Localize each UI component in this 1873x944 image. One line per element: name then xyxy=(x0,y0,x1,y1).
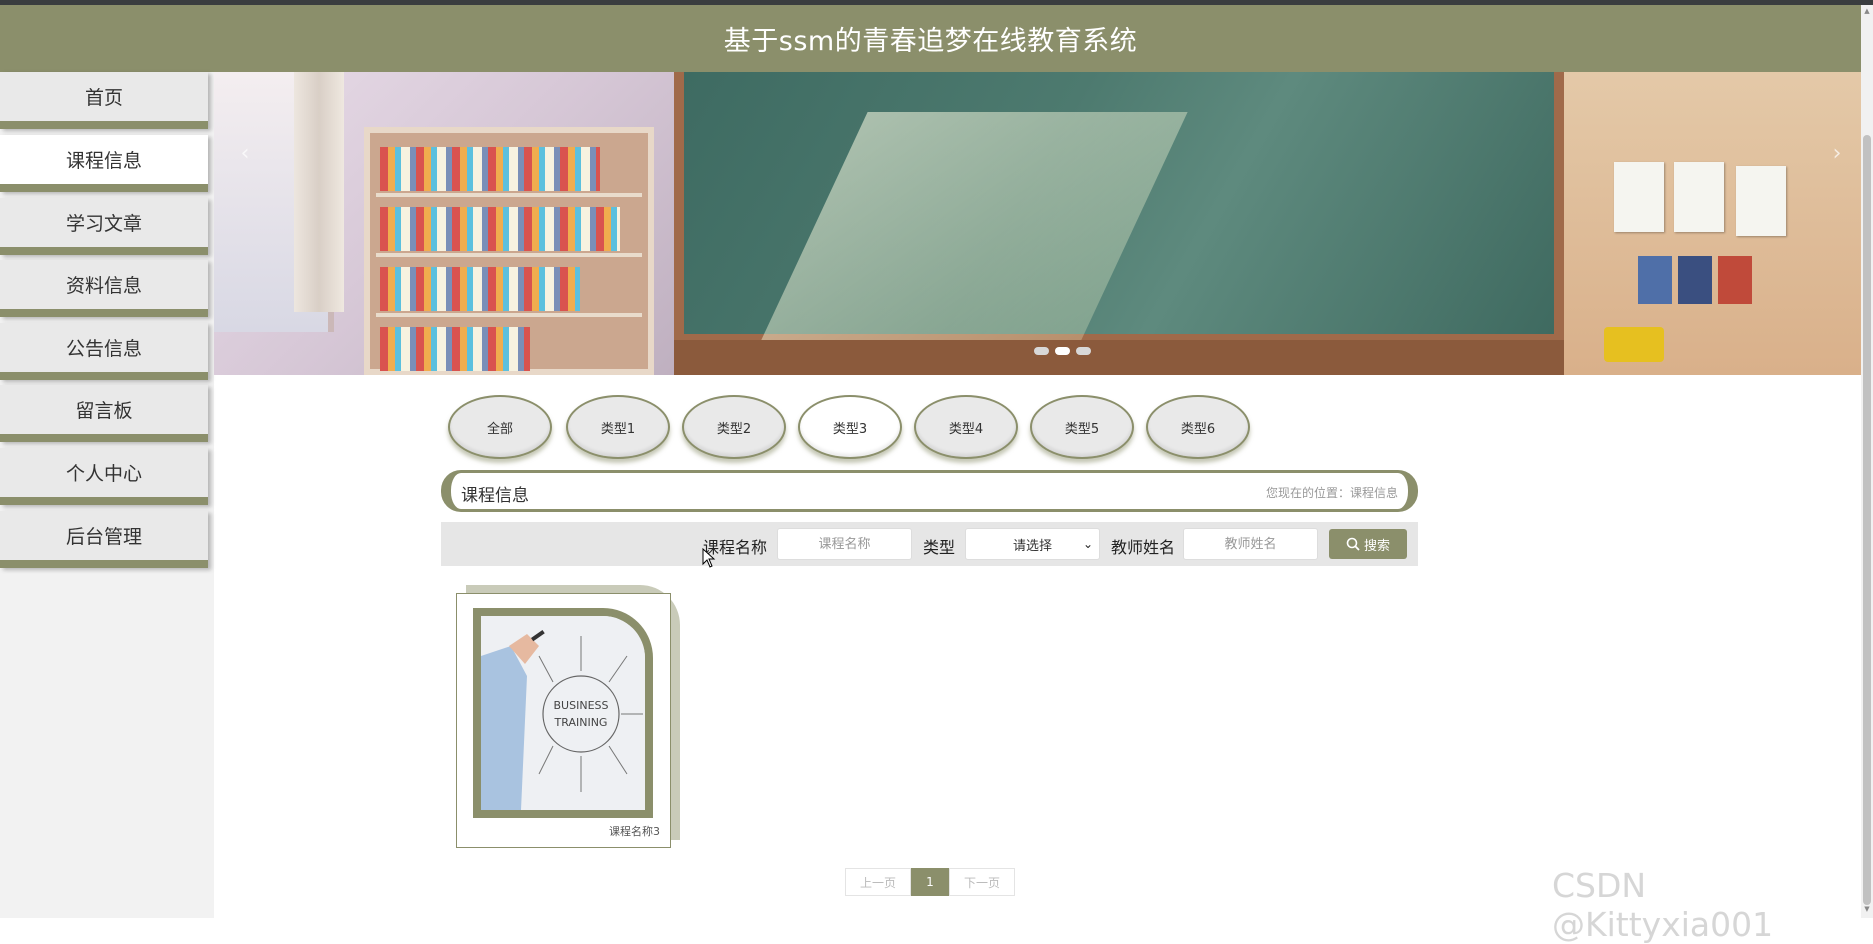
sidebar-item-courses[interactable]: 课程信息 xyxy=(0,135,208,192)
sidebar-item-articles[interactable]: 学习文章 xyxy=(0,198,208,255)
page-scrollbar[interactable]: ▲ ▼ xyxy=(1861,5,1873,918)
course-card[interactable]: BUSINESS TRAINING 课程名称3 xyxy=(456,585,680,848)
chevron-left-icon[interactable]: ‹ xyxy=(232,140,258,166)
banner-bookshelf xyxy=(364,127,654,375)
sidebar-item-home[interactable]: 首页 xyxy=(0,72,208,129)
breadcrumb: 您现在的位置：课程信息 xyxy=(1265,486,1398,500)
carousel-dot[interactable] xyxy=(1076,347,1091,355)
section-title-bar: 课程信息 您现在的位置：课程信息 xyxy=(441,470,1418,512)
search-button[interactable]: 搜索 xyxy=(1329,529,1407,559)
chevron-right-icon[interactable]: › xyxy=(1824,140,1850,166)
banner-notice-paper xyxy=(1674,162,1724,232)
pagination: 上一页 1 下一页 xyxy=(845,868,1015,896)
sidebar-item-admin[interactable]: 后台管理 xyxy=(0,511,208,568)
sidebar-item-notices[interactable]: 公告信息 xyxy=(0,323,208,380)
banner-notice-paper xyxy=(1736,166,1786,236)
shelf-books xyxy=(380,327,530,371)
tab-type5[interactable]: 类型5 xyxy=(1030,395,1134,459)
tab-all[interactable]: 全部 xyxy=(448,395,552,459)
shelf-books xyxy=(380,267,580,311)
search-bar: 课程名称 类型 请选择 ⌄ 教师姓名 搜索 xyxy=(441,522,1418,566)
banner-carousel[interactable]: ‹ › xyxy=(214,72,1861,375)
type-select[interactable]: 请选择 ⌄ xyxy=(965,528,1100,560)
course-name-input[interactable] xyxy=(777,528,912,560)
teacher-name-input[interactable] xyxy=(1183,528,1318,560)
carousel-dot[interactable] xyxy=(1034,347,1049,355)
search-icon xyxy=(1346,537,1360,551)
business-training-illustration: BUSINESS TRAINING xyxy=(481,616,645,810)
teacher-name-label: 教师姓名 xyxy=(1111,538,1176,557)
course-name: 课程名称3 xyxy=(609,825,660,838)
shelf-board xyxy=(376,253,642,257)
banner-notice-paper xyxy=(1614,162,1664,232)
section-title: 课程信息 xyxy=(461,486,529,506)
prev-page-button[interactable]: 上一页 xyxy=(845,868,911,896)
sidebar-item-messageboard[interactable]: 留言板 xyxy=(0,385,208,442)
shelf-board xyxy=(376,193,642,197)
banner-curtain xyxy=(294,72,344,312)
watermark: CSDN @Kittyxia001 xyxy=(1552,866,1774,944)
sidebar-item-personal-center[interactable]: 个人中心 xyxy=(0,448,208,505)
tab-type3[interactable]: 类型3 xyxy=(798,395,902,459)
banner-ledge xyxy=(674,340,1564,375)
banner-poster xyxy=(1678,256,1712,304)
carousel-dot-active[interactable] xyxy=(1055,347,1070,355)
image-text-line2: TRAINING xyxy=(554,716,608,729)
tab-type6[interactable]: 类型6 xyxy=(1146,395,1250,459)
banner-poster xyxy=(1718,256,1752,304)
site-header: 基于ssm的青春追梦在线教育系统 xyxy=(0,5,1861,72)
tab-type4[interactable]: 类型4 xyxy=(914,395,1018,459)
shelf-board xyxy=(376,313,642,317)
sidebar-nav: 首页 课程信息 学习文章 资料信息 公告信息 留言板 个人中心 后台管理 xyxy=(0,72,214,918)
scrollbar-thumb[interactable] xyxy=(1863,135,1871,905)
banner-yellow-box xyxy=(1604,327,1664,362)
scroll-up-icon[interactable]: ▲ xyxy=(1863,7,1871,15)
site-title: 基于ssm的青春追梦在线教育系统 xyxy=(723,26,1138,57)
page-number-current[interactable]: 1 xyxy=(911,868,949,896)
type-label: 类型 xyxy=(923,538,956,557)
image-text-line1: BUSINESS xyxy=(554,699,609,712)
banner-poster xyxy=(1638,256,1672,304)
next-page-button[interactable]: 下一页 xyxy=(949,868,1015,896)
chevron-down-icon: ⌄ xyxy=(1082,537,1093,551)
shelf-books xyxy=(380,207,620,251)
tab-type2[interactable]: 类型2 xyxy=(682,395,786,459)
sidebar-item-materials[interactable]: 资料信息 xyxy=(0,260,208,317)
mouse-cursor-icon xyxy=(702,548,716,568)
card-body: BUSINESS TRAINING 课程名称3 xyxy=(456,593,671,848)
course-image: BUSINESS TRAINING xyxy=(473,608,653,818)
shelf-books xyxy=(380,147,600,191)
tab-type1[interactable]: 类型1 xyxy=(566,395,670,459)
